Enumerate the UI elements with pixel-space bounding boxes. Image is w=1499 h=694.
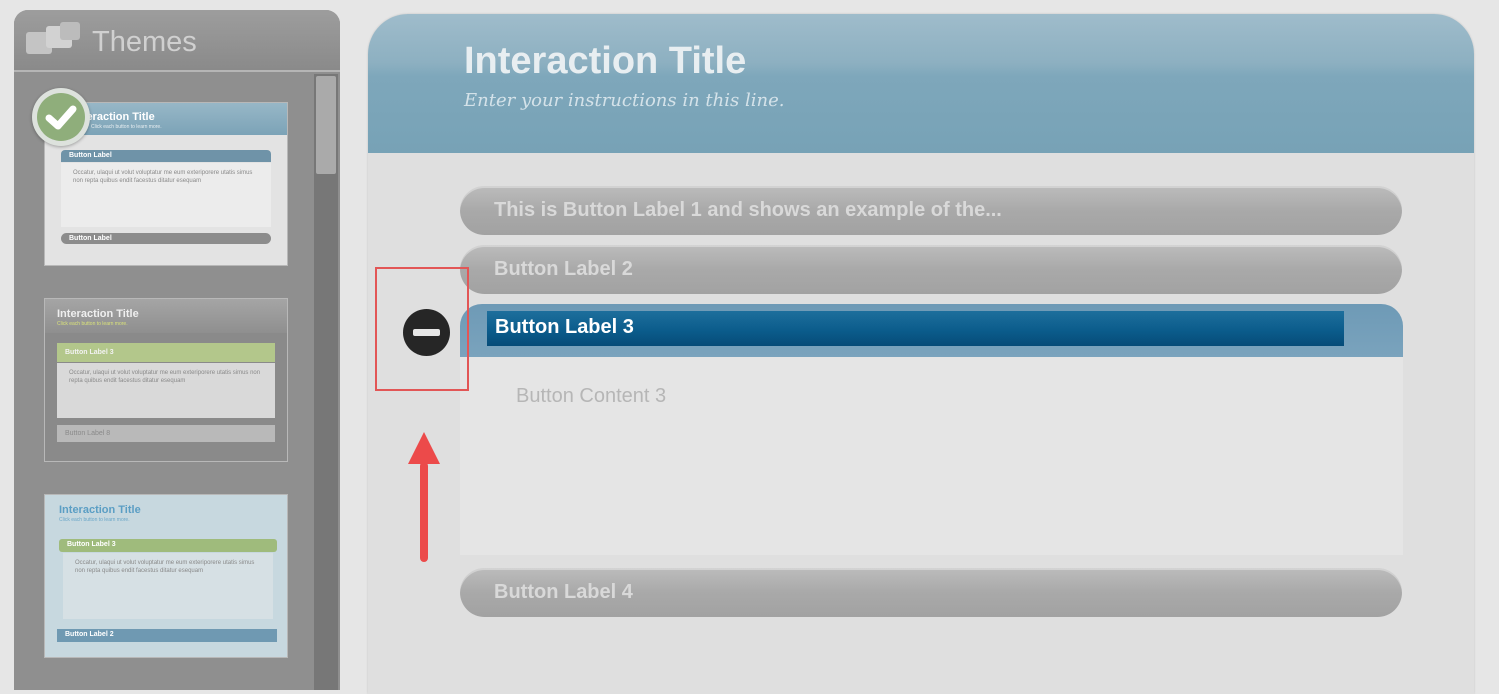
theme-thumbnail-2[interactable]: Interaction Title Click each button to l… <box>44 298 288 462</box>
theme-3-button-1: Button Label 3 <box>59 539 277 552</box>
themes-scrollbar[interactable] <box>314 74 338 690</box>
minus-bar <box>413 329 440 336</box>
checkmark-icon <box>45 105 77 130</box>
accordion-button-1[interactable]: This is Button Label 1 and shows an exam… <box>460 186 1402 235</box>
accordion-content-3[interactable]: Button Content 3 <box>460 357 1403 555</box>
themes-title: Themes <box>92 26 197 58</box>
accordion-content-3-text: Button Content 3 <box>516 385 667 407</box>
theme-1-button-2: Button Label <box>61 233 271 244</box>
minus-circle-icon[interactable] <box>403 309 450 356</box>
selected-theme-badge <box>32 88 90 146</box>
themes-header: Themes <box>14 10 340 72</box>
interaction-header: Interaction Title Enter your instruction… <box>368 14 1474 153</box>
theme-2-body: Occatur, ulaqui ut volut voluptatur me e… <box>57 363 275 418</box>
interaction-instructions[interactable]: Enter your instructions in this line. <box>464 90 784 111</box>
theme-3-subtitle: Click each button to learn more. <box>59 517 130 523</box>
theme-2-title: Interaction Title <box>57 308 139 320</box>
accordion-button-3-label: Button Label 3 <box>495 316 634 338</box>
themes-panel: Themes Interaction Title Click each butt… <box>14 10 340 690</box>
accordion-button-2-label: Button Label 2 <box>494 258 633 280</box>
theme-2-button-1: Button Label 3 <box>57 343 275 362</box>
accordion-button-4-label: Button Label 4 <box>494 581 633 603</box>
accordion-button-3[interactable]: Button Label 3 <box>460 304 1403 357</box>
theme-1-body: Occatur, ulaqui ut volut voluptatur me e… <box>61 163 271 227</box>
theme-1-subtitle: Click each button to learn more. <box>91 124 162 130</box>
theme-3-title: Interaction Title <box>59 504 141 516</box>
theme-1-button-1: Button Label <box>61 150 271 162</box>
accordion-button-4[interactable]: Button Label 4 <box>460 568 1402 617</box>
theme-3-button-2: Button Label 2 <box>57 629 277 642</box>
interaction-preview: Interaction Title Enter your instruction… <box>368 14 1474 694</box>
up-arrow-icon <box>408 432 440 562</box>
theme-2-button-2: Button Label 8 <box>57 425 275 442</box>
interaction-title[interactable]: Interaction Title <box>464 40 746 83</box>
accordion-button-1-label: This is Button Label 1 and shows an exam… <box>494 199 1002 221</box>
theme-2-subtitle: Click each button to learn more. <box>57 321 128 327</box>
theme-3-body: Occatur, ulaqui ut volut voluptatur me e… <box>63 553 273 619</box>
theme-list: Interaction Title Click each button to l… <box>14 72 314 690</box>
theme-thumbnail-3[interactable]: Interaction Title Click each button to l… <box>44 494 288 658</box>
themes-scrollbar-thumb[interactable] <box>316 76 336 174</box>
accordion-button-2[interactable]: Button Label 2 <box>460 245 1402 294</box>
themes-icon <box>26 22 80 54</box>
